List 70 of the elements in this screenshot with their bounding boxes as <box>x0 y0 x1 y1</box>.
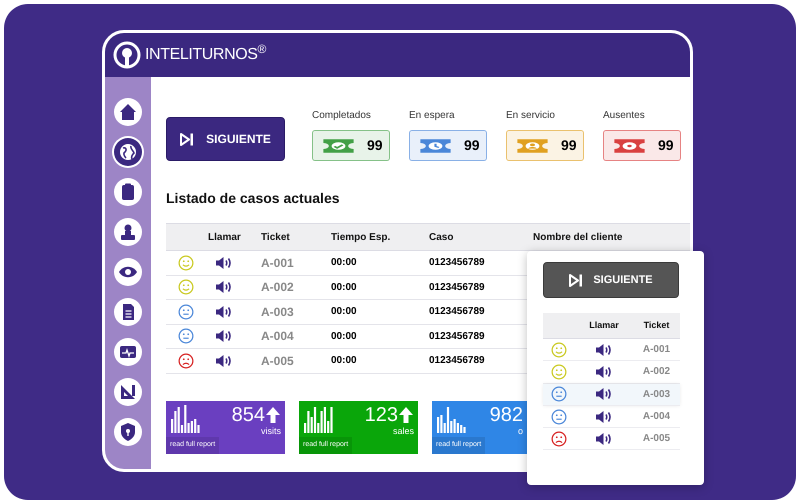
table-cell-text: 00:00 <box>331 354 358 368</box>
speaker-icon[interactable] <box>594 432 614 446</box>
pulse-monitor-icon[interactable] <box>114 338 142 366</box>
speaker-icon[interactable] <box>215 256 234 270</box>
next-button[interactable]: SIGUIENTE <box>166 117 285 161</box>
eye-icon[interactable] <box>114 258 142 286</box>
stat-count: 99 <box>658 136 674 155</box>
ticket-cell-text: A-003 <box>642 388 672 402</box>
stat-count: 99 <box>561 136 577 155</box>
speaker-icon[interactable] <box>215 354 234 368</box>
shield-icon[interactable] <box>114 418 142 446</box>
speaker-icon[interactable] <box>594 410 614 424</box>
ticket-cell-text: A-004 <box>642 410 672 424</box>
ticket-cell-text: A-003 <box>261 304 295 321</box>
stat-count: 99 <box>367 136 383 155</box>
table-cell-text: 0123456789 <box>429 280 486 295</box>
table-cell-text: 0123456789 <box>429 305 486 320</box>
speaker-icon[interactable] <box>594 364 614 379</box>
clipboard-icon[interactable] <box>114 178 142 206</box>
stat-value: 854 <box>232 404 265 424</box>
speaker-icon[interactable] <box>594 342 614 357</box>
stat-label: En espera <box>409 109 456 123</box>
bar-chart-drawing <box>437 404 467 432</box>
speaker-icon[interactable] <box>215 329 234 344</box>
ticket-cell-text: A-005 <box>642 432 672 446</box>
table-cell-text: 00:00 <box>331 280 358 295</box>
ticket-cell-text: A-004 <box>261 328 295 346</box>
stat-label: sales <box>392 426 414 436</box>
bar-chart-drawing <box>304 404 334 432</box>
stat-label: Completados <box>312 109 372 123</box>
ticket-cell-text: A-005 <box>261 352 295 370</box>
next-button[interactable]: SIGUIENTE <box>543 262 679 298</box>
skip-icon <box>180 132 194 146</box>
table-cell-text: 0123456789 <box>429 330 486 344</box>
column-header: Llamar <box>208 230 242 244</box>
stat-label: Ausentes <box>603 109 646 123</box>
column-header: Ticket <box>642 318 670 332</box>
stat-count: 99 <box>464 136 480 155</box>
stat-label: En servicio <box>506 109 556 123</box>
ruler-icon[interactable] <box>114 378 142 406</box>
bar-chart-drawing <box>171 404 201 432</box>
table-cell-text: 0123456789 <box>429 256 486 270</box>
ticket-cell-text: A-002 <box>261 279 295 296</box>
stat-label: visits <box>261 426 281 436</box>
column-header: Ticket <box>261 230 291 244</box>
stat-value: 123 <box>364 404 398 424</box>
home-icon[interactable] <box>114 98 142 126</box>
table-cell-text: 0123456789 <box>429 354 486 368</box>
logo-icon <box>113 41 141 69</box>
person-badge-icon[interactable] <box>114 218 142 246</box>
skip-icon <box>569 274 584 286</box>
ticket-cell-text: A-001 <box>642 343 672 358</box>
ticket-cell-text: A-002 <box>642 365 672 380</box>
speaker-icon[interactable] <box>215 304 234 319</box>
column-header: Llamar <box>588 318 620 332</box>
document-icon[interactable] <box>114 298 142 326</box>
speaker-icon[interactable] <box>215 280 234 294</box>
ticket-cell-text: A-001 <box>261 254 295 272</box>
stat-label: o <box>518 426 523 436</box>
table-cell-text: 00:00 <box>331 305 358 320</box>
globe-icon[interactable] <box>114 138 142 166</box>
column-header: Nombre del cliente <box>533 230 624 244</box>
stat-value: 982 <box>490 404 523 424</box>
column-header: Caso <box>429 230 454 244</box>
section-title: Listado de casos actuales <box>166 189 341 208</box>
speaker-icon[interactable] <box>594 387 614 402</box>
table-cell-text: 00:00 <box>331 330 358 344</box>
brand-name: INTELITURNOS$^{®}$ <box>145 43 266 65</box>
column-header: Tiempo Esp. <box>331 230 392 244</box>
table-cell-text: 00:00 <box>331 256 358 270</box>
